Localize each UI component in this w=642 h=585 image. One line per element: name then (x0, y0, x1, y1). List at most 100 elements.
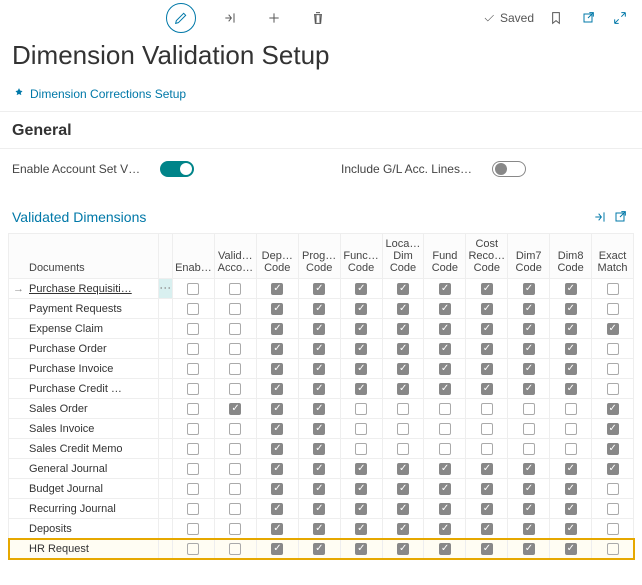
checkbox[interactable] (229, 303, 241, 315)
checkbox-cell[interactable] (173, 419, 215, 439)
checkbox-cell[interactable] (550, 319, 592, 339)
column-header[interactable]: Loca… Dim Code (382, 234, 424, 279)
checkbox[interactable] (523, 483, 535, 495)
share-section-icon[interactable] (590, 207, 610, 227)
checkbox[interactable] (313, 443, 325, 455)
checkbox[interactable] (229, 463, 241, 475)
table-row[interactable]: Sales Credit Memo (9, 439, 634, 459)
checkbox-cell[interactable] (173, 459, 215, 479)
checkbox-cell[interactable] (508, 359, 550, 379)
column-header[interactable]: Enab… (173, 234, 215, 279)
checkbox[interactable] (229, 523, 241, 535)
checkbox[interactable] (439, 423, 451, 435)
checkbox[interactable] (187, 503, 199, 515)
delete-icon[interactable] (308, 8, 328, 28)
row-menu[interactable] (159, 439, 173, 459)
bookmark-icon[interactable] (546, 8, 566, 28)
checkbox-cell[interactable] (173, 279, 215, 299)
checkbox[interactable] (271, 343, 283, 355)
checkbox-cell[interactable] (173, 339, 215, 359)
document-cell[interactable]: Recurring Journal (9, 499, 159, 519)
checkbox[interactable] (439, 503, 451, 515)
checkbox-cell[interactable] (256, 519, 298, 539)
checkbox[interactable] (355, 463, 367, 475)
checkbox-cell[interactable] (508, 319, 550, 339)
checkbox-cell[interactable] (298, 519, 340, 539)
checkbox-cell[interactable] (550, 279, 592, 299)
checkbox[interactable] (187, 363, 199, 375)
checkbox[interactable] (481, 323, 493, 335)
table-row[interactable]: General Journal (9, 459, 634, 479)
checkbox[interactable] (565, 343, 577, 355)
checkbox-cell[interactable] (214, 419, 256, 439)
checkbox-cell[interactable] (340, 319, 382, 339)
document-cell[interactable]: Sales Credit Memo (9, 439, 159, 459)
row-menu[interactable] (159, 359, 173, 379)
table-row[interactable]: Purchase Invoice (9, 359, 634, 379)
document-cell[interactable]: Budget Journal (9, 479, 159, 499)
checkbox[interactable] (523, 343, 535, 355)
checkbox[interactable] (481, 383, 493, 395)
checkbox-cell[interactable] (592, 539, 634, 559)
checkbox[interactable] (271, 383, 283, 395)
column-header[interactable]: Valid… Acco… (214, 234, 256, 279)
checkbox[interactable] (397, 303, 409, 315)
checkbox-cell[interactable] (592, 499, 634, 519)
checkbox[interactable] (607, 323, 619, 335)
checkbox-cell[interactable] (592, 519, 634, 539)
checkbox-cell[interactable] (173, 379, 215, 399)
checkbox[interactable] (229, 443, 241, 455)
checkbox-cell[interactable] (298, 299, 340, 319)
checkbox[interactable] (565, 363, 577, 375)
checkbox-cell[interactable] (424, 479, 466, 499)
column-header[interactable]: Fund Code (424, 234, 466, 279)
checkbox-cell[interactable] (508, 279, 550, 299)
checkbox[interactable] (355, 443, 367, 455)
checkbox[interactable] (439, 283, 451, 295)
checkbox[interactable] (397, 363, 409, 375)
checkbox-cell[interactable] (256, 419, 298, 439)
document-cell[interactable]: HR Request (9, 539, 159, 559)
checkbox-cell[interactable] (256, 319, 298, 339)
checkbox[interactable] (187, 543, 199, 555)
checkbox[interactable] (355, 323, 367, 335)
checkbox-cell[interactable] (298, 339, 340, 359)
column-header[interactable]: Exact Match (592, 234, 634, 279)
column-header[interactable]: Func… Code (340, 234, 382, 279)
checkbox[interactable] (229, 283, 241, 295)
checkbox[interactable] (481, 403, 493, 415)
popout-section-icon[interactable] (610, 207, 630, 227)
checkbox[interactable] (397, 483, 409, 495)
checkbox-cell[interactable] (340, 419, 382, 439)
checkbox[interactable] (397, 543, 409, 555)
checkbox-cell[interactable] (424, 419, 466, 439)
checkbox[interactable] (355, 283, 367, 295)
checkbox-cell[interactable] (382, 279, 424, 299)
checkbox-cell[interactable] (508, 399, 550, 419)
row-menu[interactable] (159, 479, 173, 499)
edit-icon[interactable] (166, 3, 196, 33)
checkbox[interactable] (271, 303, 283, 315)
checkbox-cell[interactable] (382, 459, 424, 479)
checkbox[interactable] (187, 323, 199, 335)
checkbox[interactable] (355, 543, 367, 555)
checkbox[interactable] (187, 283, 199, 295)
checkbox[interactable] (187, 483, 199, 495)
checkbox[interactable] (523, 463, 535, 475)
checkbox[interactable] (523, 503, 535, 515)
checkbox-cell[interactable] (508, 419, 550, 439)
checkbox-cell[interactable] (173, 499, 215, 519)
document-cell[interactable]: Payment Requests (9, 299, 159, 319)
checkbox[interactable] (439, 363, 451, 375)
checkbox-cell[interactable] (592, 339, 634, 359)
checkbox-cell[interactable] (298, 419, 340, 439)
checkbox-cell[interactable] (466, 379, 508, 399)
checkbox-cell[interactable] (382, 299, 424, 319)
table-row[interactable]: Purchase Requisiti…⋮ (9, 279, 634, 299)
table-row[interactable]: Payment Requests (9, 299, 634, 319)
checkbox-cell[interactable] (214, 459, 256, 479)
checkbox[interactable] (607, 463, 619, 475)
checkbox[interactable] (481, 343, 493, 355)
checkbox[interactable] (565, 483, 577, 495)
checkbox[interactable] (481, 483, 493, 495)
